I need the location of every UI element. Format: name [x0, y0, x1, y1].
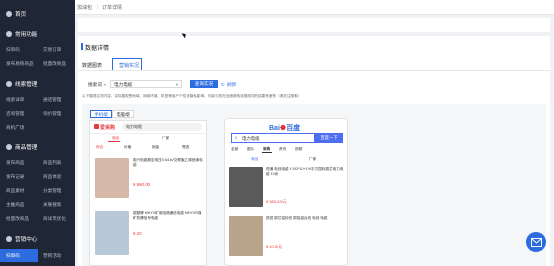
chat-button[interactable] — [526, 232, 546, 252]
sidebar-link[interactable]: 询价管理 — [43, 111, 61, 117]
product-icon — [6, 144, 12, 150]
device-tab-pc[interactable]: 电脑端 — [112, 110, 134, 118]
sidebar: 首页 常用功能 扫单码 交易订单 发布易购商品 批量改商品 线索管理 线索详单 … — [0, 0, 75, 266]
sidebar-link[interactable]: 批量改商品 — [43, 61, 66, 67]
product-title: 阻兴电缆额定电压0.6/1kV交联聚乙烯绝缘电缆 — [133, 158, 203, 167]
filter-item[interactable]: 综合 — [96, 145, 103, 150]
baidu-search-button[interactable]: 百度一下 — [315, 133, 343, 143]
chevron-down-icon: ▾ — [175, 82, 178, 87]
tab-underline — [108, 141, 120, 142]
baidu-subtab[interactable]: 商品 — [251, 157, 258, 162]
filter-item[interactable]: 筛选 — [182, 145, 189, 150]
phone-preview-aicaigou: 爱采购 电力电缆 商品 厂家 综合 价格 销量 筛选 阻兴电缆额定电压0.6/1… — [89, 120, 207, 266]
tab-divider — [78, 70, 550, 71]
product-title: 恒通 电线电缆 YJV2*10+1*6平方国标铜芯电力电缆 10米 — [266, 167, 344, 176]
keyword-input[interactable]: 电力电缆 ▾ — [110, 80, 182, 88]
product-image — [229, 167, 263, 207]
sidebar-link[interactable]: 商品素材 — [6, 188, 24, 194]
chevron-down-icon[interactable]: ▾ — [104, 82, 106, 87]
sidebar-link[interactable]: 商品列表 — [43, 160, 61, 166]
sidebar-marketing[interactable]: 营销中心 — [6, 235, 37, 243]
baidu-product-card[interactable]: 铁锐 铜芯铝绞线 铜铝组合线 电线 电缆 ¥ 10.0/元 — [229, 214, 345, 260]
product-price: ¥ 10.0/元 — [266, 244, 283, 249]
app-header: 爱采购 电力电缆 — [90, 121, 206, 134]
sidebar-link[interactable]: 商详页优化 — [43, 216, 66, 222]
refresh-link[interactable]: 刷新 — [227, 82, 236, 88]
sidebar-link[interactable]: 通话管理 — [43, 97, 61, 103]
baidu-product-card[interactable]: 恒通 电线电缆 YJV2*10+1*6平方国标铜芯电力电缆 10米 ¥ 583.… — [229, 165, 345, 211]
sidebar-common[interactable]: 常用功能 — [6, 30, 37, 38]
product-title: 铁锐 铜芯铝绞线 铜铝组合线 电线 电缆 — [266, 216, 328, 220]
sidebar-link[interactable]: 分类管理 — [43, 188, 61, 194]
leads-icon — [6, 81, 12, 87]
product-price: ¥ 583.03/元 — [266, 199, 287, 204]
baidu-logo: Bai☸百度 — [269, 125, 301, 132]
tab-marketing-live: 营销实况 — [119, 63, 140, 69]
mail-icon — [530, 237, 542, 247]
tab-marketing-live-box[interactable]: 营销实况 — [112, 58, 142, 70]
app-logo-text: 爱采购 — [100, 125, 116, 131]
app-search-box[interactable]: 电力电缆 — [122, 123, 202, 131]
sidebar-link[interactable]: 扫单码 — [6, 47, 20, 53]
preview-area: 手机端 电脑端 爱采购 电力电缆 商品 厂家 综合 价格 销量 筛选 阻兴电缆额… — [82, 104, 546, 266]
notice-text: 以下展现实况内容，实际展现受地域、网络环境、机型等用户个性化隐私影响，可能与您在… — [82, 94, 302, 98]
sidebar-link-active[interactable]: 扫单码 — [6, 253, 20, 259]
home-icon — [6, 11, 12, 17]
product-image — [95, 211, 129, 255]
baidu-tab[interactable]: 全部 — [231, 147, 238, 152]
query-live-button[interactable]: 查询实况 — [190, 80, 218, 88]
sidebar-product[interactable]: 商品管理 — [6, 143, 37, 151]
product-price: ¥ 20 — [133, 231, 142, 236]
device-tab-mobile[interactable]: 手机端 — [90, 110, 112, 118]
filter-item[interactable]: 价格 — [124, 145, 131, 150]
logo-icon — [94, 124, 99, 129]
sidebar-link[interactable]: 关联搜索 — [43, 202, 61, 208]
sidebar-link[interactable]: 咨询管理 — [6, 111, 24, 117]
detail-card: 数据详情 数据图表 营销实况 搜索词 ▾ 电力电缆 ▾ 查询实况 ↻ 刷新 以下… — [78, 36, 550, 266]
sidebar-link[interactable]: 线索详单 — [6, 97, 24, 103]
baidu-search-input[interactable]: ⌕ 电力电缆 — [231, 133, 315, 143]
sidebar-link[interactable]: 营销活动 — [43, 253, 61, 259]
search-icon: ⌕ — [235, 135, 238, 140]
sidebar-link[interactable]: 主推商品 — [6, 202, 24, 208]
sidebar-link[interactable]: 商机广场 — [6, 125, 24, 131]
header-strip — [78, 18, 550, 32]
menu-icon — [6, 31, 12, 37]
baidu-tab[interactable]: 资讯 — [279, 147, 286, 152]
sidebar-link[interactable]: 商品体验 — [43, 174, 61, 180]
product-image — [95, 158, 129, 198]
sidebar-home[interactable]: 首页 — [6, 10, 26, 18]
top-bar: 加油包 | 订单详情 — [75, 0, 554, 15]
sidebar-link[interactable]: 批量改商品 — [6, 216, 29, 222]
sidebar-leads[interactable]: 线索管理 — [6, 80, 37, 88]
sidebar-link[interactable]: 发布记录 — [6, 174, 24, 180]
baidu-tab[interactable]: 视频 — [295, 147, 302, 152]
baidu-tab[interactable]: 图片 — [247, 147, 254, 152]
product-card[interactable]: 阻兴电缆额定电压0.6/1kV交联聚乙烯绝缘电缆 ¥ 960.00 — [93, 154, 205, 204]
product-image — [229, 216, 263, 256]
sidebar-link[interactable]: 发布商品 — [6, 160, 24, 166]
page-title: 数据详情 — [85, 46, 110, 52]
sidebar-link[interactable]: 交易订单 — [43, 47, 61, 53]
sidebar-link[interactable]: 发布易购商品 — [6, 61, 34, 67]
tab-underline — [262, 152, 272, 153]
product-title: 银额牌 MHYV矿用阻燃通信电缆 MHYVR煤矿防爆信号电缆 — [133, 211, 202, 220]
app-tab-factories[interactable]: 厂家 — [162, 136, 169, 141]
refresh-icon[interactable]: ↻ — [221, 82, 225, 88]
breadcrumb-current: 订单详情 — [102, 5, 123, 11]
product-card[interactable]: 银额牌 MHYV矿用阻燃通信电缆 MHYVR煤矿防爆信号电缆 ¥ 20 — [93, 207, 205, 263]
app-search-text: 电力电缆 — [126, 124, 142, 129]
marketing-icon — [6, 236, 12, 242]
breadcrumb-separator: | — [97, 4, 99, 10]
product-price: ¥ 960.00 — [133, 182, 151, 187]
breadcrumb-item[interactable]: 加油包 — [77, 4, 92, 11]
title-marker — [81, 43, 83, 50]
tab-data-charts[interactable]: 数据图表 — [82, 62, 102, 69]
filter-item[interactable]: 销量 — [152, 145, 159, 150]
baidu-subtab[interactable]: 厂家 — [309, 157, 316, 162]
phone-preview-baidu: Bai☸百度 ⌕ 电力电缆 百度一下 全部 图片 采购 资讯 视频 商品 厂家 … — [224, 118, 348, 266]
keyword-select-label[interactable]: 搜索词 — [88, 82, 102, 88]
